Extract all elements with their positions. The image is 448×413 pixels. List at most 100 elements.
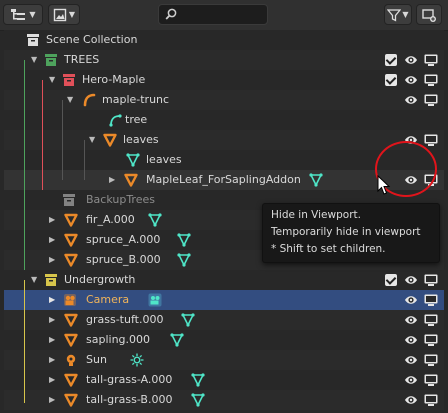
expand-arrow-icon[interactable]: ▶ (49, 390, 55, 410)
camera-object-icon (64, 294, 76, 306)
chevron-down-icon: ▼ (29, 10, 36, 19)
eye-icon[interactable] (404, 372, 418, 388)
tree-row-tall-grass-a[interactable]: ▶ tall-grass-A.000 (4, 370, 444, 390)
expand-arrow-icon[interactable]: ▶ (49, 290, 55, 310)
monitor-icon[interactable] (424, 54, 438, 66)
maple-trunc-label: maple-trunc (102, 93, 170, 106)
monitor-icon[interactable] (424, 134, 438, 146)
hierarchy-line (84, 140, 85, 180)
hierarchy-line (62, 100, 63, 180)
tooltip-description: Temporarily hide in viewport (271, 226, 421, 238)
exclude-checkbox[interactable] (385, 54, 397, 66)
expand-arrow-icon[interactable]: ▶ (49, 370, 55, 390)
exclude-checkbox[interactable] (385, 274, 397, 286)
mesh-object-icon (124, 173, 138, 187)
expand-arrow-icon[interactable]: ▼ (89, 130, 95, 150)
collection-icon (63, 194, 75, 206)
mesh-data-icon (191, 373, 205, 387)
collection-icon (45, 54, 57, 66)
expand-arrow-icon[interactable]: ▶ (49, 350, 55, 370)
curve-object-icon (83, 93, 96, 107)
tree-row-hero-maple[interactable]: ▼ Hero-Maple (4, 70, 444, 90)
image-filter-icon (53, 8, 67, 21)
filter-dropdown[interactable]: ▼ (384, 4, 412, 25)
trees-label: TREES (64, 53, 100, 66)
tooltip-title: Hide in Viewport. (271, 209, 361, 221)
new-collection-button[interactable] (416, 4, 442, 25)
mesh-data-icon (177, 233, 191, 247)
object-type-filter-dropdown[interactable]: ▼ (48, 4, 80, 25)
eye-icon[interactable] (404, 272, 418, 288)
mesh-object-icon (64, 333, 78, 347)
eye-icon[interactable] (404, 92, 418, 108)
hierarchy-line (24, 280, 25, 403)
expand-arrow-icon[interactable]: ▼ (31, 270, 37, 290)
mesh-data-icon (126, 153, 140, 167)
leaves-mesh-label: leaves (146, 153, 182, 166)
eye-icon[interactable] (404, 52, 418, 68)
monitor-icon[interactable] (424, 374, 438, 386)
tree-row-camera[interactable]: ▶ Camera (4, 290, 444, 310)
eye-icon[interactable] (404, 72, 418, 88)
eye-icon[interactable] (404, 292, 418, 308)
tree-row-maple-trunc[interactable]: ▼ maple-trunc (4, 90, 444, 110)
tree-row-undergrowth[interactable]: ▼ Undergrowth (4, 270, 444, 290)
eye-icon[interactable] (404, 332, 418, 348)
outliner-display-icon (11, 8, 26, 20)
mesh-object-icon (64, 253, 78, 267)
expand-arrow-icon[interactable]: ▶ (109, 170, 115, 190)
eye-icon[interactable] (404, 392, 418, 408)
monitor-icon[interactable] (424, 394, 438, 406)
tree-row-grass-tuft[interactable]: ▶ grass-tuft.000 (4, 310, 444, 330)
mesh-object-icon (64, 373, 78, 387)
eye-icon[interactable] (404, 312, 418, 328)
tooltip: Hide in Viewport. Temporarily hide in vi… (262, 203, 440, 263)
expand-arrow-icon[interactable]: ▶ (49, 330, 55, 350)
tree-row-scene-collection[interactable]: Scene Collection (4, 30, 444, 50)
tree-row-tree-data[interactable]: tree (4, 110, 444, 130)
mesh-data-icon (309, 173, 323, 187)
mesh-data-icon (148, 213, 162, 227)
tree-data-label: tree (125, 113, 148, 126)
grass-tuft-label: grass-tuft.000 (86, 313, 164, 326)
leaves-label: leaves (123, 133, 159, 146)
mesh-data-icon (170, 333, 184, 347)
expand-arrow-icon[interactable]: ▼ (31, 50, 37, 70)
monitor-icon[interactable] (424, 314, 438, 326)
monitor-icon[interactable] (424, 94, 438, 106)
mesh-data-icon (177, 253, 191, 267)
expand-arrow-icon[interactable]: ▶ (49, 310, 55, 330)
exclude-checkbox[interactable] (385, 74, 397, 86)
monitor-icon[interactable] (424, 334, 438, 346)
eye-icon[interactable] (404, 352, 418, 368)
display-mode-dropdown[interactable]: ▼ (3, 4, 43, 25)
monitor-icon[interactable] (424, 274, 438, 286)
tree-row-trees[interactable]: ▼ TREES (4, 50, 444, 70)
tree-row-tall-grass-b[interactable]: ▶ tall-grass-B.000 (4, 390, 444, 410)
tree-row-leaves[interactable]: ▼ leaves (4, 130, 444, 150)
search-icon (165, 8, 177, 20)
monitor-icon[interactable] (424, 354, 438, 366)
undergrowth-label: Undergrowth (64, 273, 136, 286)
expand-arrow-icon[interactable]: ▼ (49, 70, 55, 90)
sun-label: Sun (86, 353, 107, 366)
expand-arrow-icon[interactable]: ▶ (49, 250, 55, 270)
spruce-a-label: spruce_A.000 (86, 233, 161, 246)
monitor-icon[interactable] (424, 294, 438, 306)
expand-arrow-icon[interactable]: ▼ (67, 90, 73, 110)
fir-label: fir_A.000 (86, 213, 135, 226)
tree-row-sapling[interactable]: ▶ sapling.000 (4, 330, 444, 350)
tooltip-hint: * Shift to set children. (271, 243, 386, 255)
expand-arrow-icon[interactable]: ▶ (49, 230, 55, 250)
chevron-down-icon: ▼ (402, 10, 409, 19)
monitor-icon[interactable] (424, 74, 438, 86)
outliner-header: ▼ ▼ ▼ (0, 0, 448, 31)
scene-collection-icon (27, 34, 39, 46)
light-object-icon (66, 354, 76, 366)
mesh-data-icon (191, 393, 205, 407)
collection-icon (45, 274, 57, 286)
search-input[interactable] (158, 4, 268, 25)
expand-arrow-icon[interactable]: ▶ (49, 210, 55, 230)
tree-row-sun[interactable]: ▶ Sun (4, 350, 444, 370)
sun-data-icon (130, 353, 144, 367)
